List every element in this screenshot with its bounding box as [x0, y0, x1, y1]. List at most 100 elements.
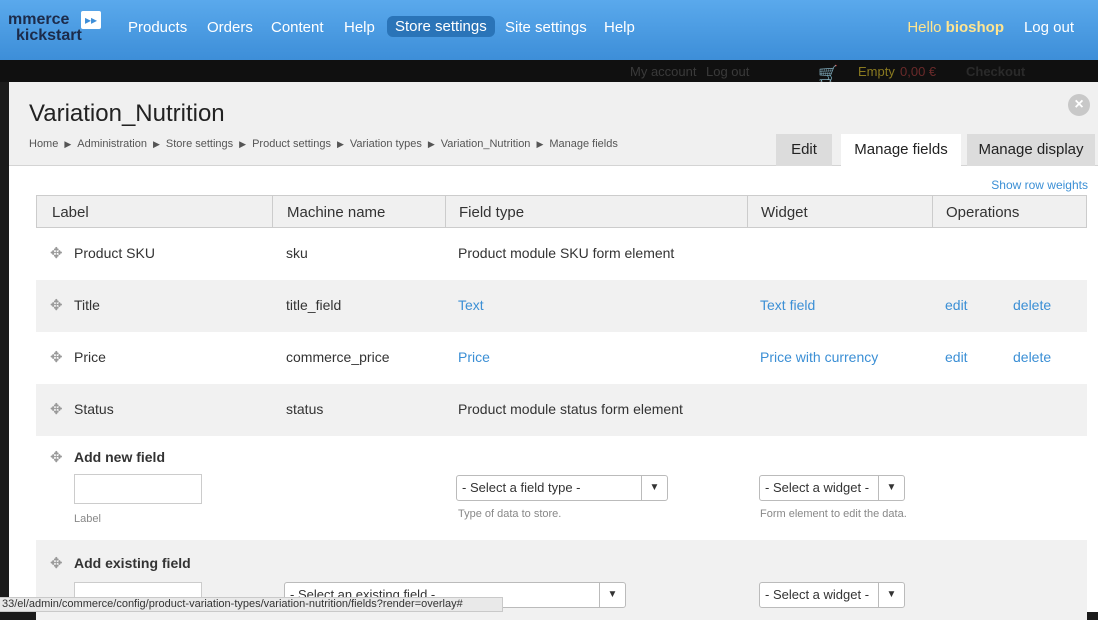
- nav-store-settings[interactable]: Store settings: [387, 16, 495, 37]
- breadcrumb-store-settings[interactable]: Store settings: [166, 138, 233, 150]
- drag-handle-icon[interactable]: ✥: [50, 554, 63, 572]
- browser-status-url: 33/el/admin/commerce/config/product-vari…: [0, 597, 503, 612]
- tab-edit[interactable]: Edit: [776, 134, 832, 166]
- edit-link[interactable]: edit: [945, 297, 968, 313]
- nav-help-2[interactable]: Help: [604, 19, 635, 36]
- hello-user: Hello bioshop: [907, 19, 1004, 36]
- admin-toolbar: mmerce ▸▸ kickstart Products Orders Cont…: [0, 0, 1098, 60]
- field-type-link[interactable]: Text: [458, 297, 484, 313]
- nav-help[interactable]: Help: [344, 19, 375, 36]
- logo-text-line2: kickstart: [16, 27, 82, 44]
- nav-orders[interactable]: Orders: [207, 19, 253, 36]
- breadcrumb-separator-icon: ▶: [427, 139, 435, 149]
- field-label: Price: [74, 349, 106, 365]
- table-row: ✥ Title title_field Text Text field edit…: [36, 280, 1087, 332]
- new-field-label-input[interactable]: [74, 474, 202, 504]
- commerce-kickstart-logo[interactable]: mmerce ▸▸ kickstart: [6, 10, 106, 52]
- col-machine-header: Machine name: [287, 204, 386, 221]
- breadcrumb-product-settings[interactable]: Product settings: [252, 138, 331, 150]
- new-field-widget-select[interactable]: - Select a widget - ▼: [759, 475, 905, 501]
- breadcrumb-variation-types[interactable]: Variation types: [350, 138, 422, 150]
- cart-empty: Empty: [858, 64, 895, 79]
- my-account-link: My account: [630, 64, 697, 79]
- widget-select-value: - Select a widget -: [765, 587, 870, 602]
- drag-handle-icon[interactable]: ✥: [50, 296, 63, 314]
- breadcrumb-separator-icon: ▶: [64, 139, 72, 149]
- breadcrumb-variation-nutrition[interactable]: Variation_Nutrition: [441, 138, 531, 150]
- delete-link[interactable]: delete: [1013, 349, 1051, 365]
- logout-link[interactable]: Log out: [1024, 19, 1074, 36]
- table-header: Label Machine name Field type Widget Ope…: [36, 195, 1087, 228]
- breadcrumb-home[interactable]: Home: [29, 138, 58, 150]
- breadcrumb: Home ▶ Administration ▶ Store settings ▶ Produ…: [29, 138, 618, 150]
- storefront-header-background: My account Log out 🛒 Empty 0,00 € Checko…: [0, 60, 1098, 83]
- column-divider: [272, 196, 273, 227]
- breadcrumb-separator-icon: ▶: [336, 139, 344, 149]
- widget-select-value: - Select a widget -: [765, 480, 870, 495]
- chevron-down-icon: ▼: [641, 476, 667, 500]
- field-machine-name: commerce_price: [286, 349, 390, 365]
- cart-icon: 🛒: [818, 66, 838, 83]
- add-new-field-title: Add new field: [74, 449, 165, 465]
- cart-total: 0,00 €: [900, 64, 937, 79]
- field-type-link[interactable]: Price: [458, 349, 490, 365]
- breadcrumb-separator-icon: ▶: [536, 139, 544, 149]
- col-fieldtype-header: Field type: [459, 204, 525, 221]
- chevron-down-icon: ▼: [878, 476, 904, 500]
- existing-field-widget-select[interactable]: - Select a widget - ▼: [759, 582, 905, 608]
- chevron-down-icon: ▼: [599, 583, 625, 607]
- edit-link[interactable]: edit: [945, 349, 968, 365]
- overlay-header: Variation_Nutrition × Home ▶ Administratio…: [9, 82, 1098, 167]
- table-row: ✥ Price commerce_price Price Price with …: [36, 332, 1087, 384]
- username-link[interactable]: bioshop: [946, 19, 1004, 36]
- field-machine-name: title_field: [286, 297, 342, 313]
- logo-text-line1: mmerce: [8, 11, 70, 28]
- col-widget-header: Widget: [761, 204, 808, 221]
- tab-manage-display[interactable]: Manage display: [967, 134, 1095, 166]
- bg-logout-link: Log out: [706, 64, 750, 79]
- fields-table: Label Machine name Field type Widget Ope…: [36, 195, 1087, 620]
- breadcrumb-administration[interactable]: Administration: [77, 138, 147, 150]
- close-icon[interactable]: ×: [1068, 94, 1090, 116]
- field-type-select-value: - Select a field type -: [462, 480, 581, 495]
- table-row: ✥ Status status Product module status fo…: [36, 384, 1087, 436]
- hello-prefix: Hello: [907, 19, 946, 36]
- nav-site-settings[interactable]: Site settings: [505, 19, 587, 36]
- drag-handle-icon[interactable]: ✥: [50, 348, 63, 366]
- widget-help: Form element to edit the data.: [760, 508, 907, 520]
- field-type-select[interactable]: - Select a field type - ▼: [456, 475, 668, 501]
- checkout-button: Checkout: [966, 64, 1026, 79]
- add-new-field-row: ✥ Add new field Label - Select a field t…: [36, 436, 1087, 540]
- overlay-dialog: Variation_Nutrition × Home ▶ Administratio…: [9, 82, 1098, 620]
- nav-products[interactable]: Products: [128, 19, 187, 36]
- new-field-label-help: Label: [74, 513, 101, 525]
- field-label: Title: [74, 297, 100, 313]
- breadcrumb-manage-fields[interactable]: Manage fields: [549, 138, 618, 150]
- show-row-weights-link[interactable]: Show row weights: [991, 178, 1088, 192]
- chevron-down-icon: ▼: [878, 583, 904, 607]
- tab-manage-fields[interactable]: Manage fields: [841, 134, 961, 167]
- field-label: Status: [74, 401, 114, 417]
- field-machine-name: status: [286, 401, 324, 417]
- drag-handle-icon[interactable]: ✥: [50, 400, 63, 418]
- breadcrumb-separator-icon: ▶: [239, 139, 247, 149]
- col-label-header: Label: [52, 204, 89, 221]
- field-type: Product module SKU form element: [458, 245, 675, 261]
- field-type-help: Type of data to store.: [458, 508, 562, 520]
- col-operations-header: Operations: [946, 204, 1020, 221]
- column-divider: [932, 196, 933, 227]
- table-row: ✥ Product SKU sku Product module SKU for…: [36, 228, 1087, 280]
- logo-mark-icon: ▸▸: [81, 11, 101, 29]
- breadcrumb-separator-icon: ▶: [152, 139, 160, 149]
- drag-handle-icon[interactable]: ✥: [50, 448, 63, 466]
- column-divider: [747, 196, 748, 227]
- delete-link[interactable]: delete: [1013, 297, 1051, 313]
- widget-link[interactable]: Text field: [760, 297, 815, 313]
- nav-content[interactable]: Content: [271, 19, 324, 36]
- field-type: Product module status form element: [458, 401, 683, 417]
- add-existing-field-title: Add existing field: [74, 555, 191, 571]
- widget-link[interactable]: Price with currency: [760, 349, 878, 365]
- drag-handle-icon[interactable]: ✥: [50, 244, 63, 262]
- field-label: Product SKU: [74, 245, 155, 261]
- page-title: Variation_Nutrition: [29, 100, 225, 127]
